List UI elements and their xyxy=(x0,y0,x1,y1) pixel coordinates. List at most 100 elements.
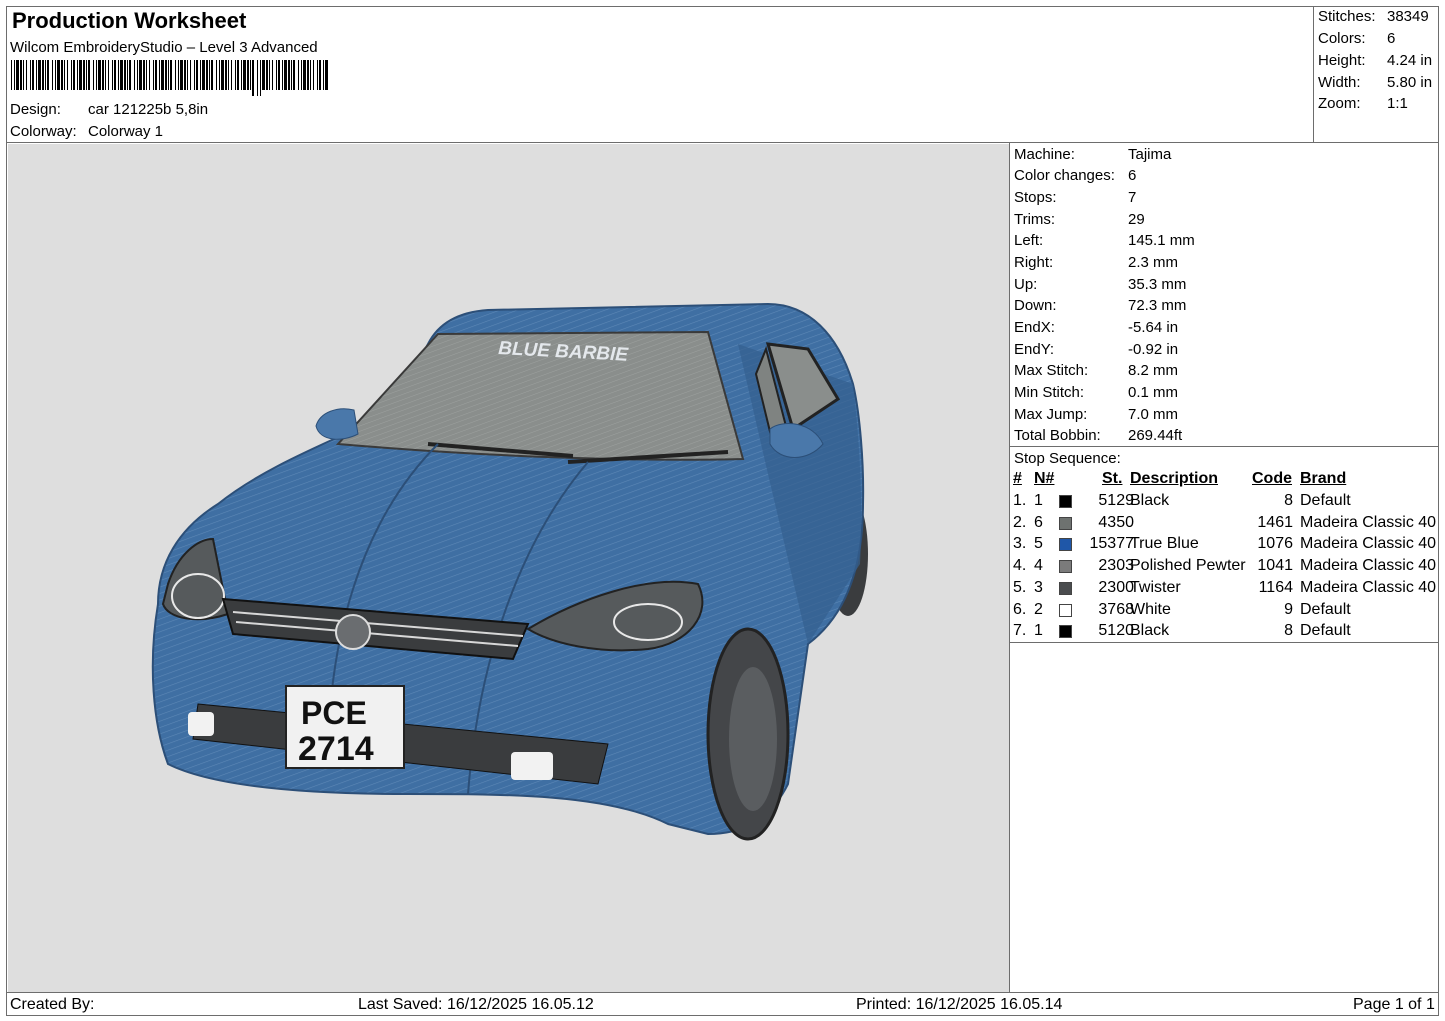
sequence-row: 1. 1 5129 Black 8 Default xyxy=(1012,492,1436,513)
sequence-row: 5. 3 2300 Twister 1164 Madeira Classic 40 xyxy=(1012,579,1436,600)
stat-label: Width: xyxy=(1318,74,1361,91)
info-label: Machine: xyxy=(1014,146,1075,163)
info-value: 8.2 mm xyxy=(1128,362,1179,379)
stats-divider xyxy=(1313,6,1314,143)
info-label: Min Stitch: xyxy=(1014,384,1085,401)
row-needle: 5 xyxy=(1034,535,1043,553)
info-divider xyxy=(1009,446,1439,447)
color-swatch xyxy=(1059,516,1072,530)
row-description: Black xyxy=(1130,622,1170,640)
color-swatch xyxy=(1059,538,1072,552)
info-label: Down: xyxy=(1014,297,1057,314)
info-value: 7.0 mm xyxy=(1128,406,1179,423)
colorway-value: Colorway 1 xyxy=(88,123,164,140)
car-embroidery-image: PCE 2714 BLUE BARBIE xyxy=(151,302,868,841)
col-header-stitches: St. xyxy=(1102,470,1123,487)
info-label: Left: xyxy=(1014,232,1044,249)
row-description: Polished Pewter xyxy=(1130,557,1246,575)
color-swatch xyxy=(1059,603,1072,617)
row-num: 2. xyxy=(1013,513,1027,531)
color-swatch xyxy=(1059,560,1072,574)
row-stitches: 2303 xyxy=(1098,557,1134,575)
row-num: 5. xyxy=(1013,578,1027,596)
info-label: EndY: xyxy=(1014,341,1055,358)
stat-value: 4.24 in xyxy=(1387,52,1433,69)
color-swatch xyxy=(1059,581,1072,595)
row-code: 8 xyxy=(1284,492,1293,509)
row-brand: Madeira Classic 40 xyxy=(1300,513,1437,531)
row-stitches: 15377 xyxy=(1089,535,1135,553)
design-label: Design: xyxy=(10,101,61,118)
info-value: -0.92 in xyxy=(1128,341,1179,358)
row-brand: Madeira Classic 40 xyxy=(1300,578,1437,596)
printed-date: Printed: 16/12/2025 16.05.14 xyxy=(856,996,1063,1013)
front-wheel-rim xyxy=(729,667,777,811)
row-needle: 1 xyxy=(1034,622,1043,640)
info-label: Stops: xyxy=(1014,189,1057,206)
row-stitches: 5120 xyxy=(1098,622,1134,640)
color-swatch xyxy=(1059,625,1072,639)
row-num: 3. xyxy=(1013,535,1027,553)
worksheet-title: Production Worksheet xyxy=(12,8,247,33)
color-swatch xyxy=(1059,495,1072,508)
stat-label: Zoom: xyxy=(1318,95,1361,112)
info-value: 0.1 mm xyxy=(1128,384,1179,401)
col-header-num: # xyxy=(1013,470,1022,487)
emblem xyxy=(335,614,371,650)
info-value: 29 xyxy=(1128,211,1145,228)
row-code: 1041 xyxy=(1257,557,1293,575)
info-value: 35.3 mm xyxy=(1128,276,1187,293)
barcode xyxy=(11,60,328,96)
stat-label: Height: xyxy=(1318,52,1366,69)
row-code: 8 xyxy=(1284,622,1293,640)
info-label: Max Stitch: xyxy=(1014,362,1089,379)
colorway-label: Colorway: xyxy=(10,123,77,140)
row-stitches: 5129 xyxy=(1098,492,1134,509)
info-label: EndX: xyxy=(1014,319,1055,336)
created-by: Created By: xyxy=(10,996,95,1013)
row-needle: 3 xyxy=(1034,578,1043,596)
info-value: 269.44ft xyxy=(1128,427,1183,444)
row-brand: Default xyxy=(1300,600,1351,618)
row-code: 1461 xyxy=(1257,513,1293,531)
row-code: 1164 xyxy=(1258,578,1293,596)
row-num: 7. xyxy=(1013,622,1027,640)
row-stitches: 2300 xyxy=(1098,578,1134,596)
page-number: Page 1 of 1 xyxy=(1353,996,1435,1013)
fog-light-right xyxy=(511,752,553,780)
plate-line-2: 2714 xyxy=(298,730,374,768)
row-num: 4. xyxy=(1013,557,1027,575)
info-value: 2.3 mm xyxy=(1128,254,1179,271)
row-stitches: 4350 xyxy=(1098,513,1134,531)
col-header-brand: Brand xyxy=(1300,470,1347,487)
row-code: 9 xyxy=(1284,600,1293,618)
stat-value: 1:1 xyxy=(1387,95,1408,112)
row-code: 1076 xyxy=(1257,535,1293,553)
info-value: -5.64 in xyxy=(1128,319,1179,336)
row-needle: 4 xyxy=(1034,557,1043,575)
row-num: 1. xyxy=(1013,492,1027,509)
row-brand: Default xyxy=(1300,622,1351,640)
row-brand: Madeira Classic 40 xyxy=(1300,535,1437,553)
sequence-row: 6. 2 3768 White 9 Default xyxy=(1012,601,1436,622)
stat-value: 6 xyxy=(1387,30,1396,47)
row-needle: 6 xyxy=(1034,513,1043,531)
last-saved: Last Saved: 16/12/2025 16.05.12 xyxy=(358,996,594,1013)
preview-divider xyxy=(1009,142,1010,993)
info-label: Right: xyxy=(1014,254,1054,271)
design-preview: PCE 2714 BLUE BARBIE xyxy=(8,144,1009,992)
row-brand: Madeira Classic 40 xyxy=(1300,557,1437,575)
row-description: True Blue xyxy=(1130,535,1199,553)
col-header-description: Description xyxy=(1130,470,1219,487)
info-value: Tajima xyxy=(1128,146,1172,163)
plate-line-1: PCE xyxy=(301,695,367,731)
row-description: White xyxy=(1130,600,1171,618)
row-description: Black xyxy=(1130,492,1170,509)
info-value: 6 xyxy=(1128,167,1137,184)
mirror-left xyxy=(315,408,359,440)
row-stitches: 3768 xyxy=(1098,600,1134,618)
col-header-needle: N# xyxy=(1034,470,1055,487)
stop-sequence-title: Stop Sequence: xyxy=(1014,450,1121,467)
stat-label: Colors: xyxy=(1318,30,1366,47)
header-divider xyxy=(6,142,1439,143)
